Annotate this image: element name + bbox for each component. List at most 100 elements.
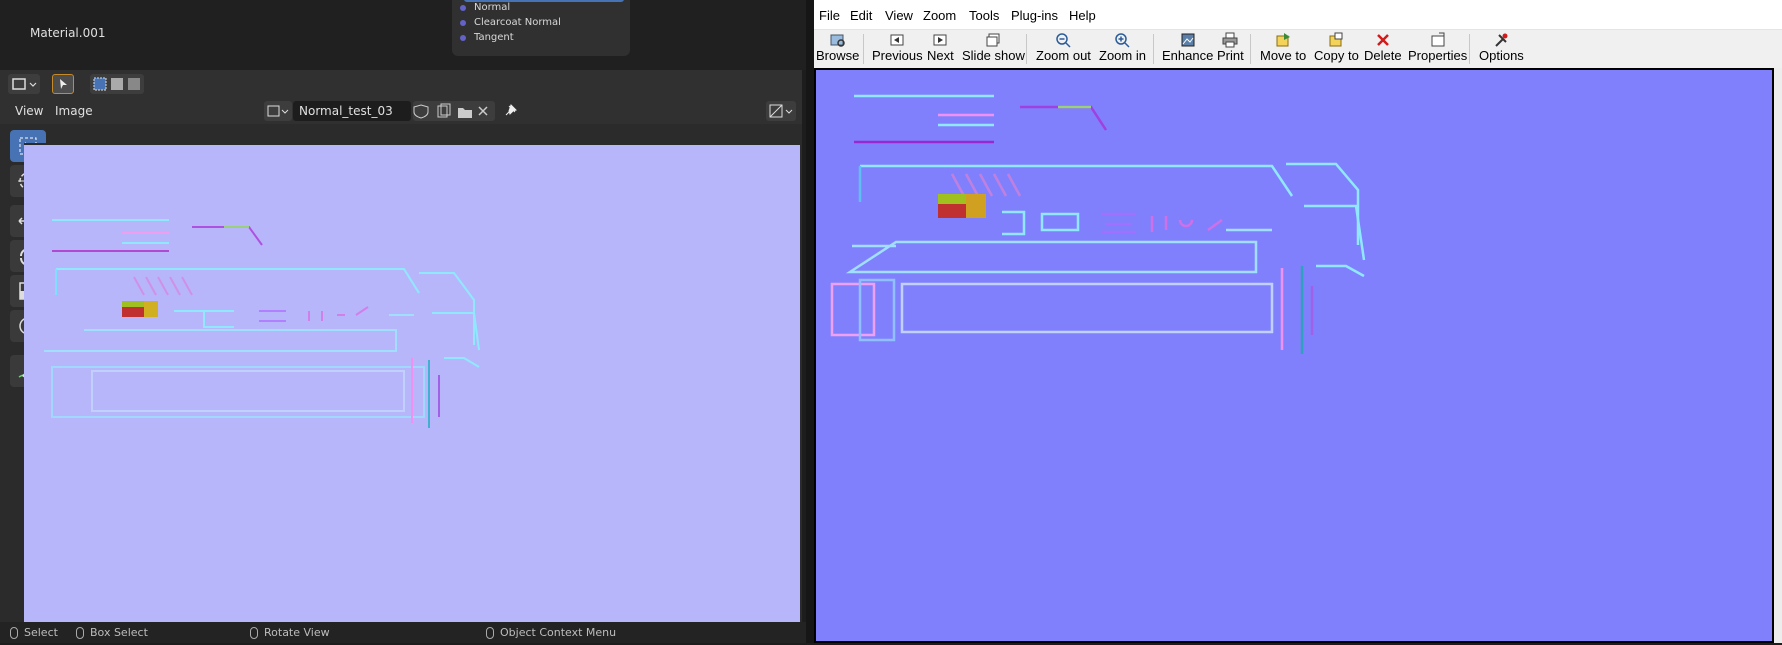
properties-label: Properties	[1408, 48, 1468, 63]
blender-status-bar: Select Box Select Rotate View Object Con…	[0, 622, 806, 643]
zoom-out-label: Zoom out	[1036, 48, 1091, 63]
selection-mode-buttons[interactable]	[90, 74, 144, 94]
mouse-left-icon	[10, 626, 18, 639]
blender-window: Normal Clearcoat Normal Tangent Material…	[0, 0, 806, 643]
enhance-button[interactable]: Enhance	[1162, 32, 1213, 66]
previous-label: Previous	[872, 48, 923, 63]
display-channels-icon	[769, 104, 793, 118]
status-context: Object Context Menu	[486, 626, 616, 639]
image-name-field[interactable]: Normal_test_03	[293, 101, 411, 121]
menu-view[interactable]: View	[885, 8, 913, 23]
close-icon	[478, 106, 488, 116]
display-channels-button[interactable]	[766, 101, 796, 121]
toolbar-separator	[1026, 34, 1027, 64]
select-box-modes-icon	[93, 77, 140, 91]
socket-dot-icon[interactable]	[460, 4, 466, 11]
options-label: Options	[1479, 48, 1524, 63]
status-context-label: Object Context Menu	[500, 626, 617, 639]
enhance-icon	[1181, 33, 1195, 47]
copy-to-label: Copy to	[1314, 48, 1359, 63]
socket-label: Tangent	[474, 32, 514, 43]
cursor-arrow-icon	[60, 79, 67, 89]
socket-normal[interactable]: Normal	[460, 0, 510, 15]
image-viewport[interactable]	[24, 143, 800, 622]
browse-image-button[interactable]	[264, 101, 292, 121]
print-icon	[1222, 32, 1238, 48]
zoom-out-icon	[1056, 33, 1071, 48]
menu-plugins[interactable]: Plug-ins	[1011, 8, 1058, 23]
mouse-middle-icon	[250, 626, 258, 639]
socket-label: Clearcoat Normal	[474, 17, 561, 28]
open-folder-icon	[458, 108, 472, 118]
socket-dot-icon[interactable]	[460, 34, 466, 41]
slideshow-icon	[986, 33, 1000, 47]
image-editor-icon	[12, 78, 37, 90]
options-button[interactable]: Options	[1479, 32, 1524, 66]
mode-view-button[interactable]	[52, 74, 74, 94]
previous-button[interactable]: Previous	[872, 32, 923, 66]
viewer-canvas[interactable]	[814, 68, 1774, 643]
zoom-in-button[interactable]: Zoom in	[1099, 32, 1146, 66]
status-rotate-label: Rotate View	[264, 626, 330, 639]
zoom-in-icon	[1115, 33, 1131, 48]
zoom-out-button[interactable]: Zoom out	[1036, 32, 1091, 66]
browse-label: Browse	[816, 48, 860, 63]
viewer-toolbar: Browse Previous Next Slide show Zoom out…	[814, 30, 1782, 68]
right-edge-strip	[1774, 68, 1782, 643]
menu-file[interactable]: File	[819, 8, 840, 23]
slideshow-button[interactable]: Slide show	[962, 32, 1025, 66]
viewer-image[interactable]	[816, 70, 1772, 641]
move-to-button[interactable]: Move to	[1260, 32, 1306, 66]
toolbar-separator	[1250, 34, 1251, 64]
menu-image[interactable]: Image	[55, 104, 93, 118]
new-image-icon	[437, 103, 451, 118]
socket-tangent[interactable]: Tangent	[460, 30, 514, 45]
mouse-right-icon	[486, 626, 494, 639]
node-editor[interactable]: Normal Clearcoat Normal Tangent Material…	[0, 0, 806, 70]
copy-to-button[interactable]: Copy to	[1314, 32, 1359, 66]
menu-zoom[interactable]: Zoom	[923, 8, 956, 23]
toolbar-separator	[863, 34, 864, 64]
browse-icon	[830, 34, 845, 47]
normal-map-image[interactable]	[24, 145, 800, 624]
delete-button[interactable]: Delete	[1364, 32, 1402, 66]
browse-button[interactable]: Browse	[816, 32, 859, 66]
next-icon	[933, 34, 947, 46]
viewer-menubar: File Edit View Zoom Tools Plug-ins Help	[814, 0, 1782, 30]
material-node-label: Material.001	[30, 26, 106, 40]
normal-map-image[interactable]	[816, 70, 1772, 641]
socket-clearcoat-normal[interactable]: Clearcoat Normal	[460, 15, 561, 30]
socket-dot-icon[interactable]	[460, 19, 466, 26]
window-separator	[806, 0, 814, 643]
image-editor: View Image Normal_test_03	[0, 70, 802, 622]
zoom-in-label: Zoom in	[1099, 48, 1146, 63]
toolbar-separator	[1469, 34, 1470, 64]
menu-help[interactable]: Help	[1069, 8, 1096, 23]
delete-label: Delete	[1364, 48, 1402, 63]
image-editor-header	[0, 70, 802, 98]
status-rotate: Rotate View	[250, 626, 330, 639]
next-button[interactable]: Next	[927, 32, 954, 66]
datablock-icons	[413, 103, 488, 119]
move-to-label: Move to	[1260, 48, 1307, 63]
image-viewer-window: File Edit View Zoom Tools Plug-ins Help …	[814, 0, 1782, 643]
principled-bsdf-node[interactable]: Normal Clearcoat Normal Tangent	[452, 0, 630, 56]
print-button[interactable]: Print	[1217, 32, 1244, 66]
mouse-drag-icon	[76, 626, 84, 639]
properties-button[interactable]: Properties	[1408, 32, 1467, 66]
copy-to-icon	[1329, 32, 1343, 47]
menu-view[interactable]: View	[15, 104, 43, 118]
options-icon	[1495, 33, 1508, 47]
status-box-select: Box Select	[76, 626, 148, 639]
delete-icon	[1376, 34, 1389, 46]
image-editor-menubar: View Image Normal_test_03	[0, 98, 802, 124]
move-to-icon	[1276, 33, 1291, 47]
menu-tools[interactable]: Tools	[969, 8, 999, 23]
image-datablock-buttons[interactable]	[413, 101, 495, 121]
status-box-select-label: Box Select	[90, 626, 148, 639]
menu-edit[interactable]: Edit	[850, 8, 872, 23]
pin-icon[interactable]	[500, 101, 520, 121]
toolbar-separator	[1153, 34, 1154, 64]
editor-type-button[interactable]	[8, 74, 40, 94]
print-label: Print	[1217, 48, 1244, 63]
